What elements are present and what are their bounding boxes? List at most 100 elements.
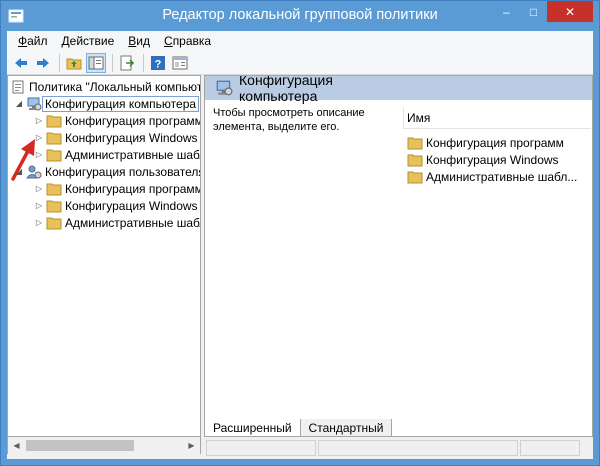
menu-file-label: айл bbox=[27, 34, 48, 48]
computer-config-label: Конфигурация компьютера bbox=[42, 95, 200, 112]
menu-file-accelerator: Ф bbox=[18, 34, 28, 48]
menu-action-accelerator: Д bbox=[61, 34, 70, 48]
content-header: Конфигурация компьютера bbox=[205, 76, 394, 104]
list-item[interactable]: Конфигурация Windows bbox=[407, 151, 559, 168]
app-window: Редактор локальной групповой политики – … bbox=[0, 0, 600, 466]
tree-item-label: Конфигурация Windows bbox=[65, 198, 198, 213]
collapse-triangle-icon[interactable]: ◢ bbox=[14, 99, 24, 108]
folder-icon bbox=[407, 152, 423, 168]
forward-button[interactable] bbox=[33, 53, 53, 73]
content-header-title: Конфигурация компьютера bbox=[239, 75, 333, 104]
properties-panel-icon bbox=[172, 56, 188, 69]
tree-item-label: Административные шаблоны bbox=[65, 215, 200, 230]
status-cell bbox=[318, 440, 518, 456]
forward-arrow-icon bbox=[37, 57, 49, 68]
tree-node-computer-software[interactable]: ▷ Конфигурация программ bbox=[34, 112, 201, 129]
tab-extended[interactable]: Расширенный bbox=[204, 419, 301, 437]
svg-text:?: ? bbox=[155, 58, 162, 70]
user-config-label: Конфигурация пользователя bbox=[45, 164, 201, 179]
menu-help-label: правка bbox=[172, 34, 212, 48]
up-level-button[interactable] bbox=[64, 53, 84, 73]
list-item-label: Конфигурация Windows bbox=[426, 152, 559, 167]
tree-pane[interactable]: Политика "Локальный компьютер" ◢ Конфигу… bbox=[7, 75, 201, 437]
scroll-left-icon[interactable]: ◀ bbox=[8, 437, 25, 454]
menu-action-label: ействие bbox=[69, 34, 115, 48]
tree-item-label: Конфигурация программ bbox=[65, 181, 201, 196]
status-cell bbox=[520, 440, 580, 456]
folder-icon bbox=[46, 113, 62, 129]
tree-node-user-software[interactable]: ▷ Конфигурация программ bbox=[34, 180, 201, 197]
tab-standard[interactable]: Стандартный bbox=[299, 419, 393, 437]
close-icon: ✕ bbox=[564, 4, 576, 19]
menu-help[interactable]: Справка bbox=[157, 31, 218, 51]
tree-node-computer-admin-templates[interactable]: ▷ Административные шаблоны bbox=[34, 146, 200, 163]
view-tabs: Расширенный Стандартный bbox=[204, 419, 393, 437]
tree-item-label: Конфигурация Windows bbox=[65, 130, 198, 145]
export-list-button[interactable] bbox=[117, 53, 137, 73]
folder-up-icon bbox=[66, 58, 82, 69]
tree-node-user-admin-templates[interactable]: ▷ Административные шаблоны bbox=[34, 214, 200, 231]
expand-triangle-icon[interactable]: ▷ bbox=[34, 116, 44, 125]
export-list-icon bbox=[120, 55, 135, 70]
help-icon: ? bbox=[151, 55, 165, 70]
content-pane: Конфигурация компьютера Чтобы просмотрет… bbox=[204, 75, 593, 437]
computer-config-icon bbox=[26, 96, 42, 112]
back-arrow-icon bbox=[15, 57, 27, 68]
toolbar-separator bbox=[59, 53, 60, 72]
menu-file[interactable]: Файл bbox=[11, 31, 55, 51]
back-button[interactable] bbox=[11, 53, 31, 73]
maximize-button[interactable]: □ bbox=[520, 1, 547, 22]
list-item-label: Административные шабл... bbox=[426, 169, 578, 184]
menu-view-label: ид bbox=[136, 34, 151, 48]
menu-view[interactable]: Вид bbox=[121, 31, 157, 51]
tree-root-label: Политика "Локальный компьютер" bbox=[29, 79, 201, 94]
help-button[interactable]: ? bbox=[148, 53, 168, 73]
folder-icon bbox=[46, 181, 62, 197]
client-area: Файл Действие Вид Справка ? Политика "Ло… bbox=[7, 31, 593, 459]
tree-node-user-windows[interactable]: ▷ Конфигурация Windows bbox=[34, 197, 198, 214]
folder-icon bbox=[46, 215, 62, 231]
column-header-name[interactable]: Имя bbox=[403, 107, 591, 129]
status-cell bbox=[206, 440, 316, 456]
toolbar-separator bbox=[112, 53, 113, 72]
expand-triangle-icon[interactable]: ▷ bbox=[34, 201, 44, 210]
menu-action[interactable]: Действие bbox=[55, 31, 122, 51]
tree-item-label: Конфигурация программ bbox=[65, 113, 201, 128]
folder-icon bbox=[46, 147, 62, 163]
computer-config-icon bbox=[215, 79, 233, 97]
expand-triangle-icon[interactable]: ▷ bbox=[34, 184, 44, 193]
tree-node-computer-windows[interactable]: ▷ Конфигурация Windows bbox=[34, 129, 198, 146]
minimize-icon: – bbox=[503, 4, 510, 19]
toolbar-separator bbox=[143, 53, 144, 72]
maximize-icon: □ bbox=[529, 4, 538, 19]
tree-horizontal-scrollbar[interactable]: ◀ ▶ bbox=[7, 437, 201, 454]
window-controls: – □ ✕ bbox=[493, 1, 593, 22]
tree-node-computer-config[interactable]: ◢ Конфигурация компьютера bbox=[14, 95, 200, 112]
policy-document-icon bbox=[10, 79, 26, 95]
scroll-thumb[interactable] bbox=[26, 440, 134, 451]
toolbar: ? bbox=[7, 51, 593, 75]
folder-icon bbox=[407, 135, 423, 151]
scroll-right-icon[interactable]: ▶ bbox=[183, 437, 200, 454]
list-item[interactable]: Конфигурация программ bbox=[407, 134, 564, 151]
minimize-button[interactable]: – bbox=[493, 1, 520, 22]
properties-panel-button[interactable] bbox=[170, 53, 190, 73]
menu-help-accelerator: С bbox=[164, 34, 173, 48]
close-button[interactable]: ✕ bbox=[547, 1, 593, 22]
title-bar[interactable]: Редактор локальной групповой политики – … bbox=[1, 1, 599, 31]
folder-icon bbox=[46, 198, 62, 214]
expand-triangle-icon[interactable]: ▷ bbox=[34, 218, 44, 227]
tree-root[interactable]: Политика "Локальный компьютер" bbox=[10, 78, 201, 95]
folder-icon bbox=[46, 130, 62, 146]
folder-icon bbox=[407, 169, 423, 185]
content-header-strip bbox=[394, 76, 592, 100]
status-cells bbox=[206, 440, 582, 456]
menu-bar: Файл Действие Вид Справка bbox=[7, 31, 593, 51]
show-hide-tree-icon bbox=[88, 56, 104, 69]
description-text: Чтобы просмотреть описание элемента, выд… bbox=[213, 107, 365, 133]
list-item[interactable]: Административные шабл... bbox=[407, 168, 577, 185]
annotation-arrow-icon bbox=[11, 139, 35, 181]
tree-item-label: Административные шаблоны bbox=[65, 147, 200, 162]
show-hide-tree-button[interactable] bbox=[86, 52, 106, 73]
list-item-label: Конфигурация программ bbox=[426, 135, 564, 150]
